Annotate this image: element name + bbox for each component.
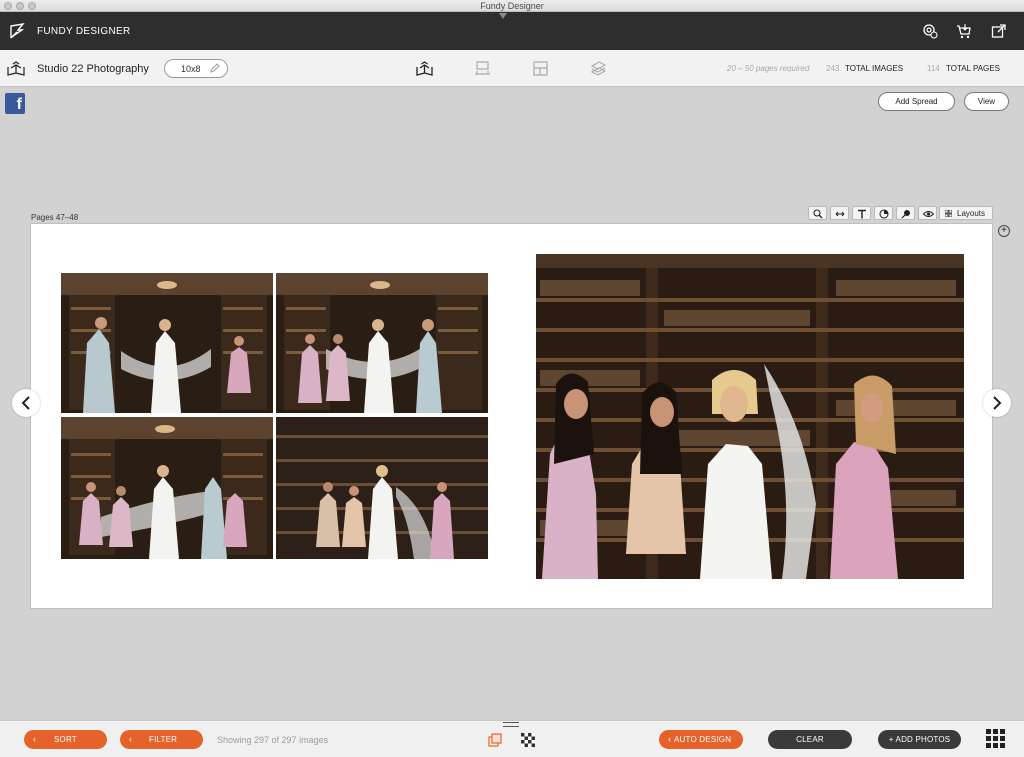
image-box-icon[interactable] (590, 60, 607, 77)
filter-button[interactable]: ‹ FILTER (120, 730, 203, 749)
next-spread-button[interactable] (983, 389, 1011, 417)
bride-with-bridesmaids-large-photo (536, 254, 964, 579)
cart-icon[interactable] (956, 23, 972, 39)
wall-display-icon[interactable] (474, 60, 491, 77)
pages-label: Pages 47–48 (31, 213, 79, 222)
bridal-veil-photo (61, 273, 273, 413)
text-icon (858, 209, 866, 219)
project-toolbar: Studio 22 Photography 10x8 20 – 50 pages… (0, 50, 1024, 87)
veil-group-photo (61, 417, 273, 559)
export-icon[interactable] (991, 23, 1007, 39)
add-photos-button[interactable]: + ADD PHOTOS (878, 730, 961, 749)
layouts-label: Layouts (957, 209, 986, 218)
view-button[interactable]: View (964, 92, 1009, 111)
album-mode-icon[interactable] (416, 60, 433, 77)
layouts-button[interactable]: Layouts (939, 206, 993, 220)
image-browser-bar: ‹ SORT ‹ FILTER Showing 297 of 297 image… (0, 720, 1024, 757)
photo-slot-3[interactable] (61, 417, 273, 559)
collapse-notch-icon[interactable] (499, 13, 507, 19)
window-title: Fundy Designer (480, 1, 544, 11)
checkerboard-icon[interactable] (521, 733, 535, 747)
facebook-icon[interactable]: f (5, 93, 25, 114)
chevron-left-icon (21, 396, 30, 410)
grid-small-icon (945, 210, 952, 217)
color-icon (879, 209, 889, 219)
bridesmaids-veil-photo (276, 273, 488, 413)
text-tool-button[interactable] (852, 206, 871, 220)
album-spread[interactable] (30, 223, 993, 609)
bride-bridesmaids-photo (276, 417, 488, 559)
zoom-icon (813, 209, 823, 219)
chevron-left-icon: ‹ (129, 734, 133, 744)
eye-icon (923, 211, 934, 217)
album-book-icon (7, 61, 25, 76)
app-header: FUNDY DESIGNER (0, 12, 1024, 50)
pin-icon (901, 210, 910, 219)
auto-design-label: AUTO DESIGN (674, 735, 732, 744)
filter-label: FILTER (149, 735, 178, 744)
settings-user-icon[interactable] (922, 23, 938, 39)
total-pages-count: 114 (927, 64, 940, 73)
chevron-left-icon: ‹ (668, 734, 672, 744)
grid-view-icon[interactable] (986, 729, 1006, 749)
sort-label: SORT (54, 735, 77, 744)
pin-tool-button[interactable] (896, 206, 915, 220)
auto-design-button[interactable]: ‹ AUTO DESIGN (659, 730, 743, 749)
color-tool-button[interactable] (874, 206, 893, 220)
swap-icon (835, 211, 845, 217)
swap-tool-button[interactable] (830, 206, 849, 220)
chevron-right-icon (993, 396, 1002, 410)
album-size-value: 10x8 (181, 64, 201, 74)
photo-slot-2[interactable] (276, 273, 488, 413)
total-images-label: TOTAL IMAGES (845, 64, 904, 73)
clear-button[interactable]: CLEAR (768, 730, 852, 749)
photo-slot-4[interactable] (276, 417, 488, 559)
add-spread-button[interactable]: Add Spread (878, 92, 955, 111)
previous-spread-button[interactable] (12, 389, 40, 417)
photo-slot-5[interactable] (536, 254, 964, 579)
zoom-tool-button[interactable] (808, 206, 827, 220)
card-icon[interactable] (532, 60, 549, 77)
drag-handle-icon[interactable] (503, 722, 519, 727)
pencil-icon (210, 63, 220, 73)
album-size-selector[interactable]: 10x8 (164, 59, 228, 78)
chevron-left-icon: ‹ (33, 734, 37, 744)
eye-tool-button[interactable] (918, 206, 937, 220)
app-name: FUNDY DESIGNER (37, 26, 131, 37)
stacked-photos-icon[interactable] (488, 733, 502, 747)
sort-button[interactable]: ‹ SORT (24, 730, 107, 749)
total-pages-label: TOTAL PAGES (946, 64, 1000, 73)
image-count-text: Showing 297 of 297 images (217, 735, 329, 745)
window-title-bar: Fundy Designer (0, 0, 1024, 12)
pages-required-text: 20 – 50 pages required (727, 64, 810, 73)
total-images-count: 243 (826, 64, 840, 73)
studio-name: Studio 22 Photography (37, 63, 149, 75)
add-page-icon[interactable]: + (998, 225, 1010, 237)
fundy-logo-icon (10, 22, 25, 39)
photo-slot-1[interactable] (61, 273, 273, 413)
